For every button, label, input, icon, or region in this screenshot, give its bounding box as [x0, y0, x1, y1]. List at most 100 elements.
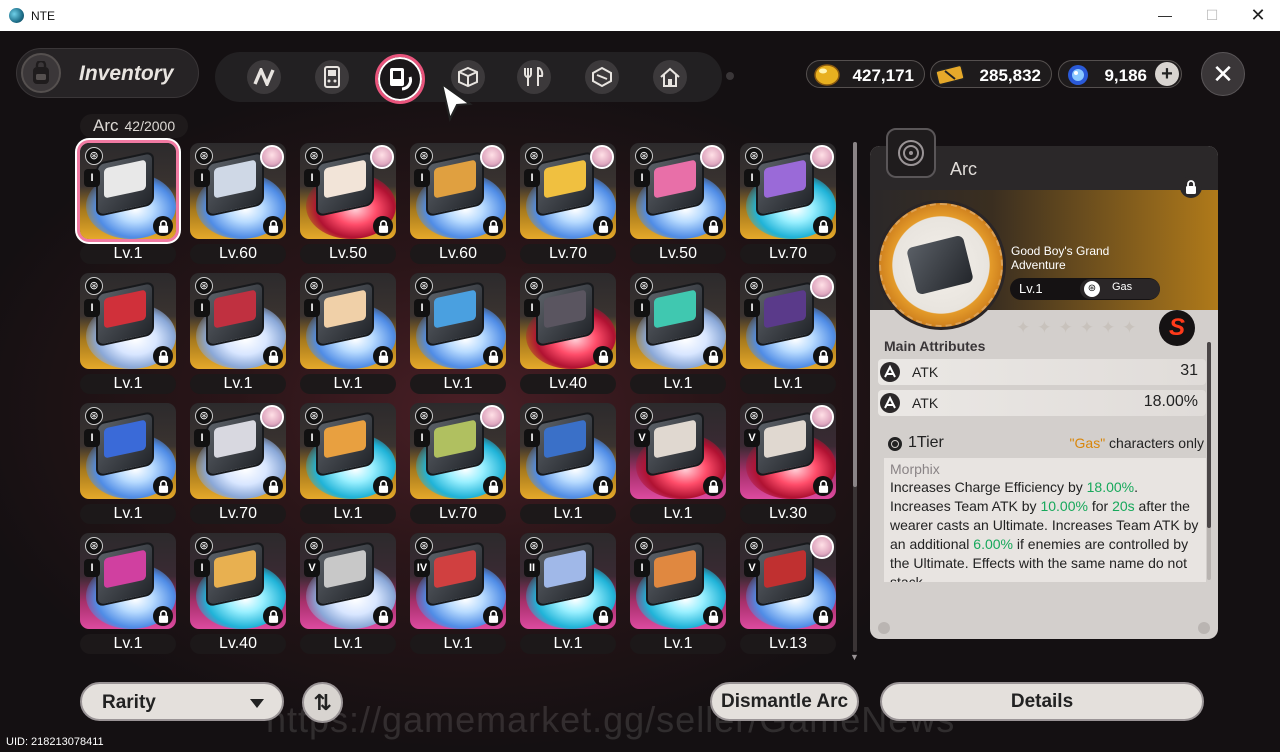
lock-icon[interactable]	[373, 346, 393, 366]
arc-cover-art	[324, 549, 366, 589]
arc-card[interactable]: ⊛ I Lv.1	[630, 533, 726, 655]
arc-card[interactable]: ⊛ V Lv.1	[630, 403, 726, 525]
details-button[interactable]: Details	[880, 682, 1204, 721]
arc-card[interactable]: ⊛ I Lv.1	[190, 273, 286, 395]
lock-icon[interactable]	[263, 606, 283, 626]
grid-scrollbar[interactable]: ▼	[850, 142, 859, 662]
arc-card[interactable]: ⊛ I Lv.1	[410, 273, 506, 395]
lock-icon[interactable]	[813, 346, 833, 366]
arc-card-tile: ⊛ I	[300, 273, 396, 369]
lock-icon[interactable]	[813, 476, 833, 496]
lock-icon[interactable]	[153, 606, 173, 626]
lock-icon[interactable]	[373, 476, 393, 496]
grid-scrollbar-thumb[interactable]	[853, 142, 857, 487]
rarity-sort-dropdown[interactable]: Rarity	[80, 682, 284, 721]
arc-card[interactable]: ⊛ I Lv.70	[740, 143, 836, 265]
n-logo-icon[interactable]	[247, 60, 281, 94]
arc-card[interactable]: ⊛ V Lv.30	[740, 403, 836, 525]
detail-scrollbar-thumb[interactable]	[1207, 342, 1211, 528]
minimize-button[interactable]: —	[1156, 6, 1174, 24]
lock-icon[interactable]	[593, 346, 613, 366]
arc-cover-art	[434, 419, 476, 459]
arc-card[interactable]: ⊛ I Lv.1	[80, 143, 176, 265]
lock-icon[interactable]	[813, 606, 833, 626]
element-icon: ⊛	[525, 277, 543, 295]
lock-icon[interactable]	[263, 476, 283, 496]
lock-icon[interactable]	[373, 216, 393, 236]
arc-card[interactable]: ⊛ V Lv.1	[300, 533, 396, 655]
lock-icon[interactable]	[373, 606, 393, 626]
main-attributes-title: Main Attributes	[884, 338, 986, 354]
lock-icon[interactable]	[153, 476, 173, 496]
detail-scrollbar[interactable]	[1207, 342, 1211, 580]
maximize-button[interactable]: ☐	[1203, 6, 1221, 24]
lock-icon[interactable]	[153, 216, 173, 236]
detail-lock-button[interactable]	[1180, 176, 1202, 198]
arc-card-level: Lv.70	[740, 244, 836, 264]
arc-card[interactable]: ⊛ I Lv.70	[410, 403, 506, 525]
scroll-down-arrow-icon[interactable]: ▼	[850, 652, 859, 662]
arc-card[interactable]: ⊛ I Lv.1	[80, 403, 176, 525]
effect-title: Morphix	[890, 461, 940, 477]
lock-icon[interactable]	[263, 216, 283, 236]
handheld-console-icon[interactable]	[315, 60, 349, 94]
arc-card-tile: ⊛ I	[410, 273, 506, 369]
arc-card-tile: ⊛ I	[520, 143, 616, 239]
arc-card[interactable]: ⊛ I Lv.1	[80, 273, 176, 395]
arc-card[interactable]: ⊛ I Lv.1	[300, 403, 396, 525]
arc-card-tile: ⊛ I	[410, 143, 506, 239]
lock-icon[interactable]	[483, 476, 503, 496]
arc-card[interactable]: ⊛ I Lv.60	[410, 143, 506, 265]
arc-cover-art	[764, 549, 806, 589]
arc-card-tile: ⊛ I	[630, 533, 726, 629]
dismantle-arc-button[interactable]: Dismantle Arc	[710, 682, 859, 721]
arc-card[interactable]: ⊛ I Lv.1	[630, 273, 726, 395]
lock-icon[interactable]	[593, 216, 613, 236]
mouse-cursor-icon	[440, 82, 473, 122]
arc-card[interactable]: ⊛ I Lv.70	[520, 143, 616, 265]
arc-card-level: Lv.1	[190, 374, 286, 394]
arc-card[interactable]: ⊛ II Lv.1	[520, 533, 616, 655]
effect-description[interactable]: Morphix Increases Charge Efficiency by 1…	[884, 458, 1206, 582]
sort-order-button[interactable]: ⇅	[302, 682, 343, 723]
house-icon[interactable]	[653, 60, 687, 94]
lock-icon[interactable]	[703, 606, 723, 626]
arc-card[interactable]: ⊛ I Lv.40	[520, 273, 616, 395]
arc-disc-icon[interactable]	[375, 54, 425, 104]
lock-icon[interactable]	[483, 606, 503, 626]
element-icon: ⊛	[525, 147, 543, 165]
arc-card[interactable]: ⊛ I Lv.1	[520, 403, 616, 525]
arc-card[interactable]: ⊛ I Lv.50	[300, 143, 396, 265]
close-inventory-button[interactable]: ✕	[1201, 52, 1245, 96]
lock-icon[interactable]	[483, 216, 503, 236]
package-icon[interactable]	[585, 60, 619, 94]
lock-icon[interactable]	[593, 606, 613, 626]
arc-card-tile: ⊛ I	[740, 273, 836, 369]
arc-cover-art	[214, 549, 256, 589]
arc-card[interactable]: ⊛ I Lv.60	[190, 143, 286, 265]
lock-icon[interactable]	[703, 216, 723, 236]
element-icon: ⊛	[635, 277, 653, 295]
lock-icon[interactable]	[263, 346, 283, 366]
requirement-element: "Gas"	[1069, 435, 1106, 451]
arc-card[interactable]: ⊛ I Lv.1	[740, 273, 836, 395]
arc-card[interactable]: ⊛ I Lv.1	[80, 533, 176, 655]
arc-card[interactable]: ⊛ V Lv.13	[740, 533, 836, 655]
add-currency-button[interactable]: +	[1155, 62, 1179, 86]
arc-card-tile: ⊛ I	[190, 143, 286, 239]
lock-icon[interactable]	[703, 346, 723, 366]
tier-badge: II	[524, 559, 540, 577]
lock-icon[interactable]	[593, 476, 613, 496]
arc-card[interactable]: ⊛ I Lv.70	[190, 403, 286, 525]
window-close-button[interactable]: ✕	[1249, 6, 1267, 24]
lock-icon[interactable]	[813, 216, 833, 236]
lock-icon[interactable]	[703, 476, 723, 496]
arc-card[interactable]: ⊛ IV Lv.1	[410, 533, 506, 655]
lock-icon[interactable]	[153, 346, 173, 366]
arc-card[interactable]: ⊛ I Lv.50	[630, 143, 726, 265]
arc-cover-art	[544, 289, 586, 329]
arc-card[interactable]: ⊛ I Lv.40	[190, 533, 286, 655]
fork-knife-icon[interactable]	[517, 60, 551, 94]
lock-icon[interactable]	[483, 346, 503, 366]
arc-card[interactable]: ⊛ I Lv.1	[300, 273, 396, 395]
